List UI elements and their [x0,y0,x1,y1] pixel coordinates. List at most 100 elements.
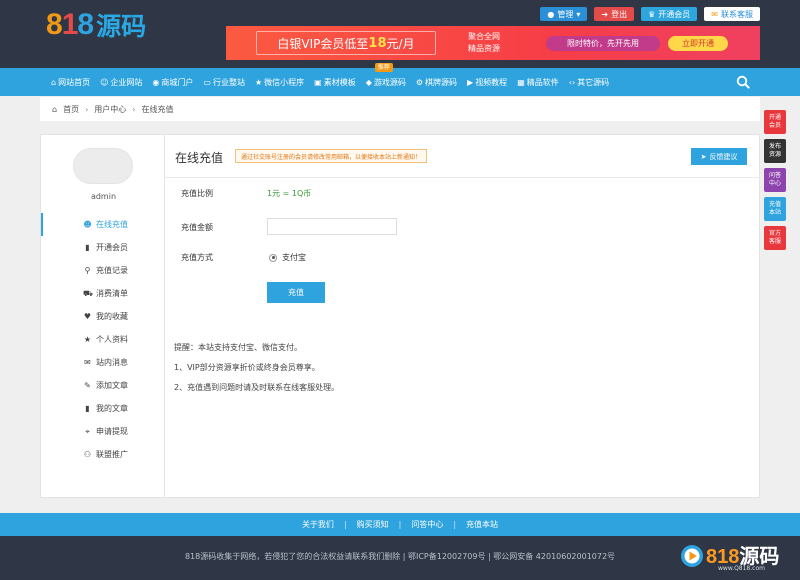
nav-item[interactable]: ▣ 素材模板 [309,68,361,96]
contact-service-button[interactable]: ✉ 联系客服 [704,7,760,21]
nav-item[interactable]: ‹› 其它源码 [564,68,614,96]
floating-tab[interactable]: 开通 会员 [764,110,786,134]
sidebar-item[interactable]: ★ 个人资料 [41,328,166,351]
sidebar-item[interactable]: ✉ 站内消息 [41,351,166,374]
person-icon: ☻ [83,220,92,229]
heart-icon: ♥ [83,312,92,321]
footer-links: 关于我们 | 购买须知 | 问答中心 | 充值本站 [0,513,800,536]
tip-line: 1、VIP部分资源享折价或终身会员尊享。 [174,363,320,372]
open-vip-button[interactable]: ♛ 开通会员 [641,7,698,21]
avatar[interactable] [73,148,133,184]
nav-item-label: 企业网站 [110,77,143,87]
top-actions: ● 管理 ▾ ➔ 登出 ♛ 开通会员 ✉ 联系客服 [540,7,760,21]
amount-label: 充值金额 [181,223,213,232]
floating-tab-text: 开通 会员 [769,114,781,130]
sidebar-item[interactable]: ▮ 我的文章 [41,397,166,420]
footer-separator: | [398,520,402,529]
sidebar-item-label: 开通会员 [96,243,128,252]
star-icon: ★ [254,77,263,87]
method-label: 充值方式 [181,253,213,262]
logout-button[interactable]: ➔ 登出 [594,7,635,21]
floating-tab[interactable]: 充值 本站 [764,197,786,221]
footer-link[interactable]: 问答中心 [411,519,443,530]
email-notice: 通过社交账号注册的会员请修改常用邮箱，以便接收本站上新通知！ [235,149,428,163]
sidebar-item-label: 申请提现 [96,427,128,436]
nav-item-label: 网站首页 [58,77,91,87]
sidebar-item[interactable]: ⌖ 申请提现 [41,420,166,443]
sidebar-item[interactable]: ✎ 添加文章 [41,374,166,397]
nav-item-label: 微信小程序 [264,77,305,87]
banner-prefix: 白银VIP会员低至 [277,36,369,51]
nav-item[interactable]: ⌂ 网站首页 [46,68,95,96]
nav-item[interactable]: ◉ 商城门户 [147,68,198,96]
floating-tab-line2: 本站 [768,209,781,216]
site-logo[interactable]: 818 源码 [46,8,146,42]
open-vip-label: 开通会员 [658,9,691,19]
floating-tab-line2: 中心 [768,180,781,187]
banner-side-line2: 精品资源 [468,44,500,53]
alipay-option[interactable]: 支付宝 [269,252,306,263]
sidebar-item-label: 个人资料 [96,335,128,344]
logo-digit-1: 8 [46,8,63,41]
sidebar-item-label: 我的收藏 [96,312,128,321]
floating-tab[interactable]: 问答 中心 [764,168,786,192]
sidebar-item[interactable]: ⚇ 联盟推广 [41,443,166,466]
search-icon[interactable] [736,75,750,89]
sidebar-item-label: 联盟推广 [96,450,128,459]
nav-item[interactable]: ▶ 视频教程 [462,68,512,96]
settings-icon: ⚙ [415,77,424,87]
sidebar-item[interactable]: ⚲ 充值记录 [41,259,166,282]
nav-item-label: 行业整站 [212,77,245,87]
logout-label: 登出 [611,9,628,19]
sidebar-item[interactable]: ⛟ 消费清单 [41,282,166,305]
cart-icon: ⛟ [83,288,94,298]
watermark-logo: 818源码 www.Q818.com [680,540,798,578]
footer-separator: | [453,520,457,529]
footer-link[interactable]: 购买须知 [357,519,389,530]
amount-input[interactable] [267,218,397,235]
nav-item-label: 精品软件 [526,77,559,87]
floating-tab-line2: 会员 [768,122,781,129]
nav-item[interactable]: ☺ 企业网站 [95,68,147,96]
sidebar-menu: ☻ 在线充值 ▮ 开通会员 ⚲ 充值记录 ⛟ 消费清单 ♥ 我的收藏 ★ 个人资料 ✉ 站内消息 ✎ 添加文章… [41,213,166,466]
sidebar-item-label: 我的文章 [96,404,128,413]
sidebar-item-label: 站内消息 [96,358,128,367]
logo-text: 源码 [96,12,147,41]
money-icon: ⌖ [85,426,90,436]
vip-banner[interactable]: 白银VIP会员低至 18 元/月 聚合全网 精品资源 限时特价，先开先用 立即开通 [226,26,760,60]
floating-tab[interactable]: 官方 客服 [764,226,786,250]
banner-cta-button[interactable]: 立即开通 [668,36,728,51]
banner-side-line1: 聚合全网 [468,32,500,41]
site-header: 818 源码 ● 管理 ▾ ➔ 登出 ♛ 开通会员 ✉ 联系客服 白银VIP会员… [0,0,800,68]
card-icon: ▭ [203,77,211,87]
admin-menu-button[interactable]: ● 管理 ▾ [540,7,588,21]
footer-link[interactable]: 关于我们 [302,519,334,530]
book-icon: ▮ [85,404,90,413]
nav-item-label: 其它源码 [577,77,610,87]
group-icon: ⚇ [83,450,92,459]
nav-item[interactable]: ◆ 游戏源码 推荐 [361,63,411,96]
breadcrumb-parent[interactable]: 用户中心 [94,104,126,115]
send-icon: ➤ [700,152,707,161]
apps-icon: ▦ [517,77,525,87]
breadcrumb-home[interactable]: 首页 [63,104,79,115]
ratio-value: 1元 = 1Q币 [267,189,312,198]
floating-tab[interactable]: 发布 资源 [764,139,786,163]
nav-item[interactable]: ⚙ 棋牌源码 [411,68,462,96]
sidebar-item[interactable]: ▮ 开通会员 [41,236,166,259]
nav-item[interactable]: ▦ 精品软件 [512,68,564,96]
home-icon: ⌂ [52,104,58,114]
alipay-radio[interactable] [269,253,277,262]
nav-item[interactable]: ▭ 行业整站 [198,68,250,96]
sidebar-item[interactable]: ☻ 在线充值 [41,213,166,236]
breadcrumb: ⌂ 首页 › 用户中心 › 在线充值 [40,97,760,121]
sidebar-item[interactable]: ♥ 我的收藏 [41,305,166,328]
feedback-button[interactable]: ➤ 反馈建议 [691,148,747,165]
recharge-submit-button[interactable]: 充值 [267,282,325,303]
footer-link[interactable]: 充值本站 [466,519,498,530]
contact-service-label: 联系客服 [721,9,753,19]
nav-item[interactable]: ★ 微信小程序 [250,68,309,96]
vip-icon: ♛ [648,9,656,19]
gem-icon: ◆ [365,77,372,87]
feedback-label: 反馈建议 [709,152,738,161]
